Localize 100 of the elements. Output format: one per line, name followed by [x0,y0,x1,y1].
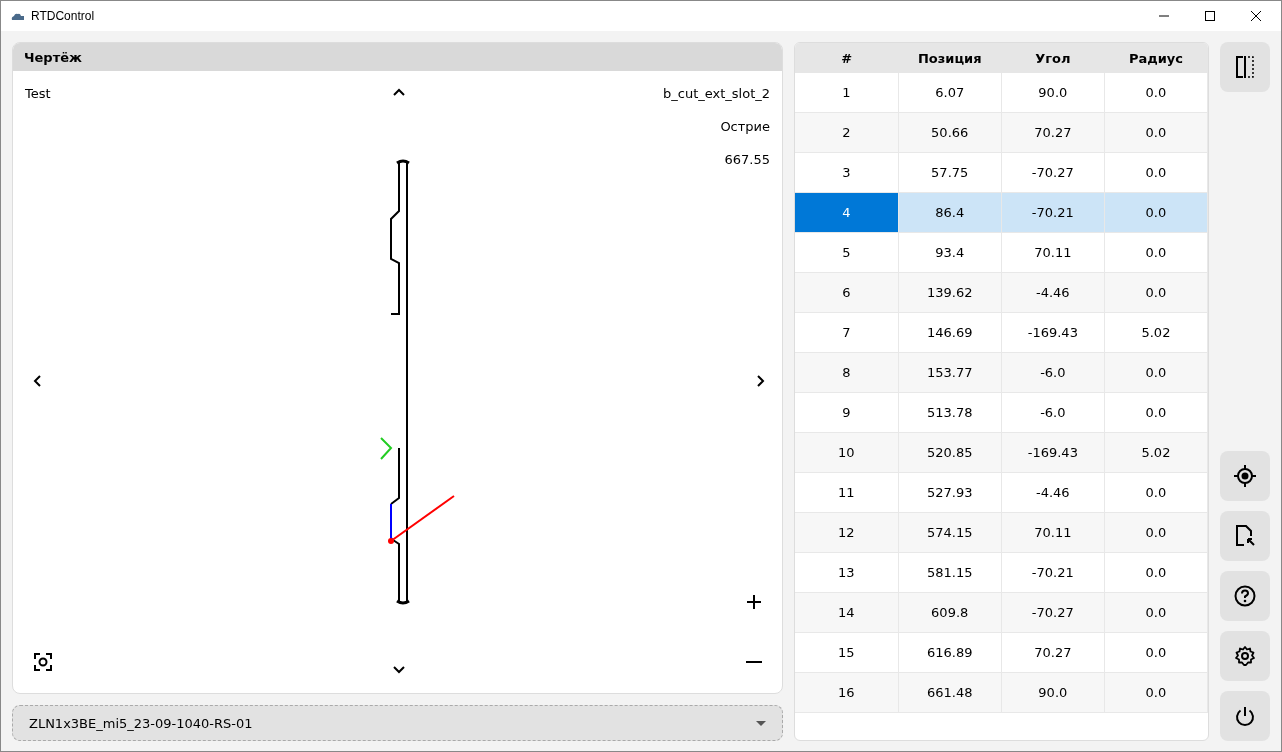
help-icon [1234,585,1256,607]
table-cell: 50.66 [898,112,1002,153]
help-button[interactable] [1220,571,1270,621]
settings-button[interactable] [1220,631,1270,681]
table-cell: 616.89 [898,632,1002,673]
table-cell: 0.0 [1104,272,1208,313]
table-cell: 2 [795,112,899,153]
table-cell: 0.0 [1104,112,1208,153]
table-cell: 581.15 [898,552,1002,593]
table-cell: 70.27 [1001,632,1105,673]
table-cell: 574.15 [898,512,1002,553]
profile-name: b_cut_ext_slot_2 [663,86,771,101]
table-cell: 139.62 [898,272,1002,313]
table-row[interactable]: 15 616.89 70.27 0.0 [795,632,1208,673]
table-cell: 15 [795,632,899,673]
settings-icon [1234,645,1256,667]
table-row[interactable]: 10 520.85 -169.43 5.02 [795,432,1208,473]
table-cell: 0.0 [1104,232,1208,273]
table-cell: -6.0 [1001,352,1105,393]
table-cell: 13 [795,552,899,593]
table-cell: 0.0 [1104,392,1208,433]
table-cell: 90.0 [1001,73,1105,113]
table-cell: 0.0 [1104,472,1208,513]
table-cell: 5.02 [1104,312,1208,353]
table-cell: 513.78 [898,392,1002,433]
table-cell: 6.07 [898,73,1002,113]
table-cell: 146.69 [898,312,1002,353]
table-cell: 14 [795,592,899,633]
table-row[interactable]: 3 57.75 -70.27 0.0 [795,152,1208,193]
column-header[interactable]: Позиция [898,43,1002,73]
table-cell: 10 [795,432,899,473]
table-cell: 3 [795,152,899,193]
chevron-down-icon[interactable] [393,666,405,674]
table-row[interactable]: 14 609.8 -70.27 0.0 [795,592,1208,633]
close-icon[interactable] [1251,11,1261,21]
table-cell: 8 [795,352,899,393]
chevron-left-icon[interactable] [33,375,41,387]
table-cell: -6.0 [1001,392,1105,433]
table-cell: 1 [795,73,899,113]
table-cell: 7 [795,312,899,353]
table-cell: 0.0 [1104,552,1208,593]
table-row[interactable]: 7 146.69 -169.43 5.02 [795,312,1208,353]
tool-label: Острие [720,119,771,134]
table-cell: 16 [795,672,899,713]
table-cell: -4.46 [1001,272,1105,313]
maximize-icon[interactable] [1205,11,1215,21]
app-logo-icon [11,11,25,21]
table-row[interactable]: 5 93.4 70.11 0.0 [795,232,1208,273]
column-header[interactable]: # [795,43,899,73]
file-arrow-icon [1235,525,1255,547]
table-cell: 70.11 [1001,232,1105,273]
table-cell: 5 [795,232,899,273]
file-export-button[interactable] [1220,511,1270,561]
drawing-name: Test [25,86,51,101]
table-cell: -70.27 [1001,152,1105,193]
power-button[interactable] [1220,691,1270,741]
table-cell: -169.43 [1001,432,1105,473]
table-cell: -70.21 [1001,552,1105,593]
profile-dropdown[interactable]: ZLN1x3BE_mi5_23-09-1040-RS-01 [12,705,784,741]
chevron-right-icon[interactable] [757,375,765,387]
table-row[interactable]: 12 574.15 70.11 0.0 [795,512,1208,553]
panel-title: Чертёж [24,49,82,65]
table-cell: 12 [795,512,899,553]
table-row[interactable]: 1 6.07 90.0 0.0 [795,73,1208,113]
table-cell: 609.8 [898,592,1002,633]
table-row[interactable]: 13 581.15 -70.21 0.0 [795,552,1208,593]
table-cell: 0.0 [1104,632,1208,673]
table-cell: 0.0 [1104,672,1208,713]
table-cell: 527.93 [898,472,1002,513]
table-row[interactable]: 9 513.78 -6.0 0.0 [795,392,1208,433]
table-row[interactable]: 8 153.77 -6.0 0.0 [795,352,1208,393]
window-title: RTDControl [31,9,95,23]
table-row[interactable]: 16 661.48 90.0 0.0 [795,672,1208,713]
table-cell: 70.27 [1001,112,1105,153]
target-icon [1234,465,1256,487]
column-header[interactable]: Радиус [1104,43,1208,73]
table-cell: 6 [795,272,899,313]
table-cell: -70.21 [1001,192,1105,233]
chevron-up-icon[interactable] [393,88,405,96]
zoom-in-icon[interactable] [747,595,761,609]
dropdown-caret-icon [756,720,767,726]
table-cell: 90.0 [1001,672,1105,713]
table-row[interactable]: 6 139.62 -4.46 0.0 [795,272,1208,313]
table-row[interactable]: 11 527.93 -4.46 0.0 [795,472,1208,513]
column-header[interactable]: Угол [1001,43,1105,73]
table-row[interactable]: 2 50.66 70.27 0.0 [795,112,1208,153]
table-cell: 93.4 [898,232,1002,273]
table-cell: -4.46 [1001,472,1105,513]
table-cell: 70.11 [1001,512,1105,553]
power-icon [1234,705,1256,727]
length-value: 667.55 [724,152,771,167]
table-cell: 0.0 [1104,73,1208,113]
table-cell: 0.0 [1104,152,1208,193]
table-cell: 4 [795,192,899,233]
table-row[interactable]: 4 86.4 -70.21 0.0 [795,192,1208,233]
table-cell: 0.0 [1104,512,1208,553]
locate-button[interactable] [1220,451,1270,501]
table-cell: 0.0 [1104,192,1208,233]
split-view-button[interactable] [1220,42,1270,92]
fit-view-icon[interactable] [34,653,52,671]
